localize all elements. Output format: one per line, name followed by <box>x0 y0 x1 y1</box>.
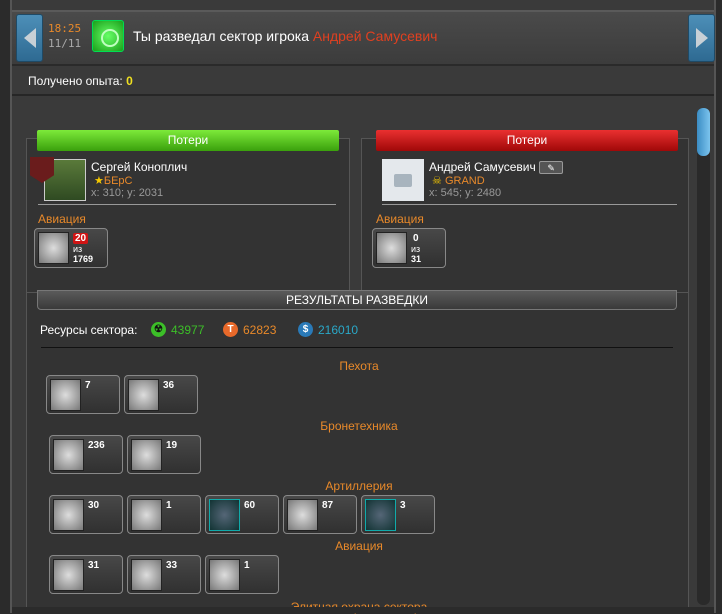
target-player-link[interactable]: Андрей Самусевич <box>313 28 438 44</box>
unit-card[interactable]: 31 <box>49 555 123 594</box>
unit-card[interactable]: 36 <box>124 375 198 414</box>
attacker-coords[interactable]: x: 310; y: 2031 <box>91 187 163 199</box>
arrow-right-icon <box>695 28 708 48</box>
unit-card[interactable]: 30 <box>49 495 123 534</box>
defender-name[interactable]: Андрей Самусевич <box>429 160 536 174</box>
attacker-unit-card[interactable]: 20 из 1769 <box>34 228 108 268</box>
divider <box>12 94 714 96</box>
divider <box>41 347 673 348</box>
unit-card[interactable]: 236 <box>49 435 123 474</box>
scout-crosshair-icon <box>92 20 124 52</box>
prev-report-button[interactable] <box>16 14 43 62</box>
attacker-name[interactable]: Сергей Коноплич <box>91 160 187 174</box>
unit-count: 60 <box>244 500 256 511</box>
unit-count: 1 <box>166 500 172 511</box>
divider <box>38 204 336 205</box>
unit-total: 1769 <box>73 254 94 264</box>
divider <box>382 204 677 205</box>
unit-icon <box>131 499 162 531</box>
unit-count: 19 <box>166 440 178 451</box>
report-time: 18:25 <box>48 22 82 35</box>
aircraft-icon <box>376 232 407 264</box>
unit-card[interactable]: 60 <box>205 495 279 534</box>
unit-card[interactable]: 33 <box>127 555 201 594</box>
star-icon: ★ <box>94 175 104 187</box>
unit-icon <box>209 499 240 531</box>
results-panel <box>26 292 689 613</box>
results-title: РЕЗУЛЬТАТЫ РАЗВЕДКИ <box>37 290 677 310</box>
experience-row: Получено опыта: 0 <box>28 74 133 88</box>
unit-count: 236 <box>88 440 105 451</box>
unit-count: 87 <box>322 500 334 511</box>
attacker-losses-bar: Потери <box>37 130 339 151</box>
arrow-left-icon <box>23 28 36 48</box>
titanium-icon: T <box>223 322 238 337</box>
unit-of: из <box>73 244 83 254</box>
unit-icon <box>131 439 162 471</box>
category-title: Бронетехника <box>320 419 398 433</box>
alliance-name: GRAND <box>444 175 485 187</box>
category-title: Авиация <box>335 539 383 553</box>
experience-value: 0 <box>126 74 133 88</box>
camera-icon <box>394 173 412 187</box>
category-title: Пехота <box>339 359 379 373</box>
unit-card[interactable]: 1 <box>127 495 201 534</box>
skull-icon: ☠ <box>432 175 442 187</box>
alliance-name: БЕрС <box>103 175 133 187</box>
unit-icon <box>209 559 240 591</box>
resources-label: Ресурсы сектора: <box>40 323 138 337</box>
unit-icon <box>53 499 84 531</box>
defender-losses-bar: Потери <box>376 130 678 151</box>
scrollbar-track[interactable] <box>697 108 710 605</box>
unit-count: 31 <box>88 560 100 571</box>
defender-category: Авиация <box>376 212 424 226</box>
edit-pencil-button[interactable]: ✎ <box>539 161 564 174</box>
defender-alliance: ☠ GRAND <box>432 174 485 187</box>
unit-icon <box>128 379 159 411</box>
attacker-category: Авиация <box>38 212 86 226</box>
unit-card[interactable]: 87 <box>283 495 357 534</box>
unit-count: 1 <box>244 560 250 571</box>
defender-unit-card[interactable]: 0 из 31 <box>372 228 446 268</box>
unit-card[interactable]: 19 <box>127 435 201 474</box>
defender-avatar[interactable] <box>382 159 424 201</box>
next-report-button[interactable] <box>688 14 715 62</box>
unit-count: 7 <box>85 380 91 391</box>
scrollbar-thumb[interactable] <box>697 108 710 156</box>
dollar-icon: $ <box>298 322 313 337</box>
unit-icon <box>53 439 84 471</box>
unit-card[interactable]: 3 <box>361 495 435 534</box>
radiation-icon: ☢ <box>151 322 166 337</box>
unit-icon <box>365 499 396 531</box>
unit-icon <box>287 499 318 531</box>
report-title: Ты разведал сектор игрока Андрей Самусев… <box>133 28 437 44</box>
bottom-edge <box>12 607 714 613</box>
unit-icon <box>131 559 162 591</box>
unit-card[interactable]: 7 <box>46 375 120 414</box>
resource-money: 216010 <box>318 323 359 337</box>
experience-label: Получено опыта: <box>28 74 123 88</box>
unit-card[interactable]: 1 <box>205 555 279 594</box>
unit-count: 36 <box>163 380 175 391</box>
aircraft-icon <box>38 232 69 264</box>
unit-total: 31 <box>411 254 422 264</box>
resource-titanium: 62823 <box>243 323 277 337</box>
unit-count: 30 <box>88 500 100 511</box>
defender-name-row: Андрей Самусевич ✎ <box>429 160 564 174</box>
category-title: Артиллерия <box>325 479 393 493</box>
unit-count: 33 <box>166 560 178 571</box>
unit-lost: 0 <box>413 233 419 244</box>
resource-radiation: 43977 <box>171 323 205 337</box>
defender-coords[interactable]: x: 545; y: 2480 <box>429 187 501 199</box>
unit-icon <box>50 379 81 411</box>
attacker-alliance: ★БЕрС <box>94 174 133 187</box>
unit-icon <box>53 559 84 591</box>
unit-lost: 20 <box>73 233 89 244</box>
unit-count: 3 <box>400 500 406 511</box>
title-text: Ты разведал сектор игрока <box>133 28 309 44</box>
unit-of: из <box>411 244 421 254</box>
report-date: 11/11 <box>48 37 82 50</box>
